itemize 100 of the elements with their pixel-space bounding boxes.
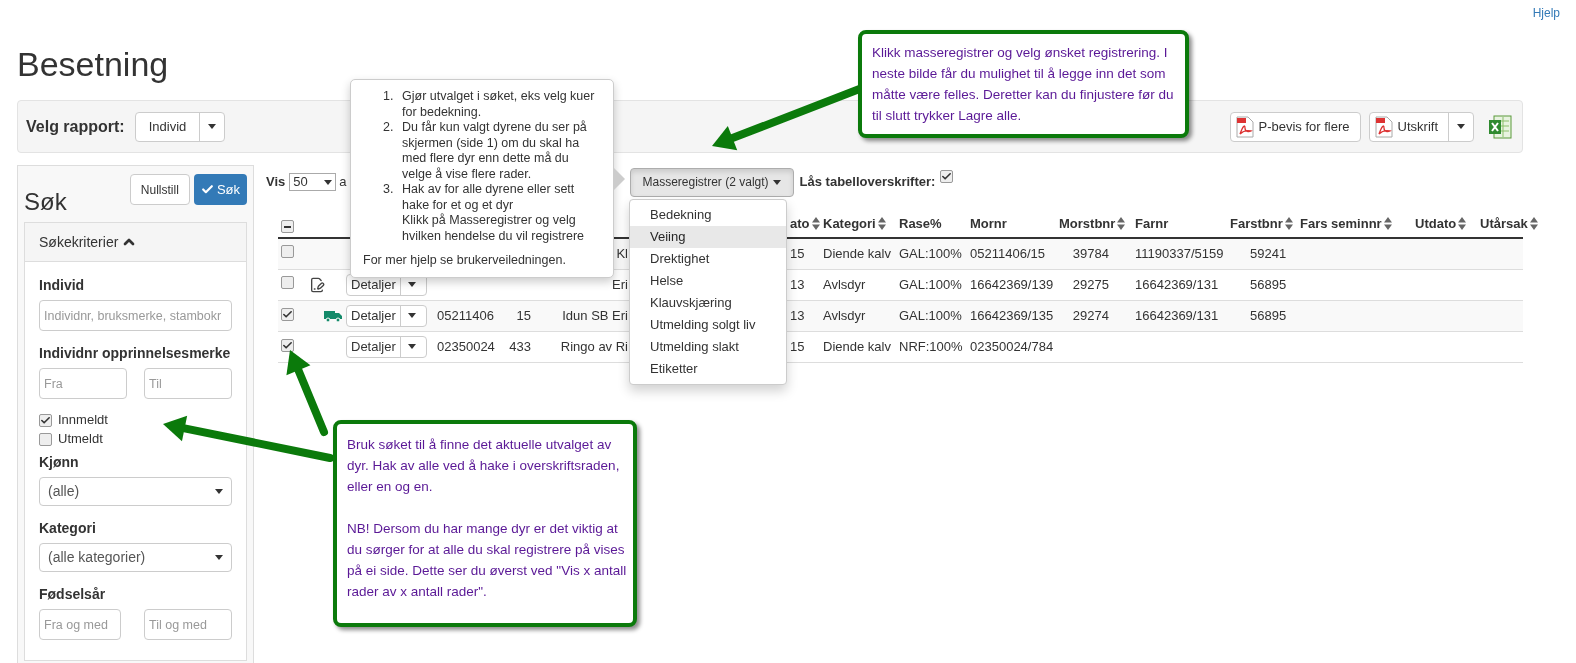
caret-icon <box>772 179 781 185</box>
table-cell: Eri <box>612 276 628 292</box>
table-cell: 02350024 <box>437 338 495 354</box>
menu-item[interactable]: Drektighet <box>630 248 786 270</box>
caret-icon <box>215 489 223 494</box>
table-cell: GAL:100% <box>899 246 962 261</box>
field-label: Fødselsår <box>39 585 107 604</box>
table-cell: 15 <box>516 307 531 323</box>
table-cell: 56895 <box>1250 307 1287 323</box>
column-header[interactable]: Rase% <box>899 215 942 231</box>
checkbox[interactable] <box>281 338 294 352</box>
sort-icon[interactable] <box>1383 216 1392 230</box>
menu-item[interactable]: Veiing <box>630 226 786 248</box>
column-header[interactable]: ato <box>790 215 810 231</box>
table-cell: NRF:100% <box>899 338 963 354</box>
column-header[interactable]: Farstbnr <box>1230 215 1283 231</box>
column-header[interactable]: Mornr <box>970 215 1007 231</box>
menu-item[interactable]: Etiketter <box>630 358 786 380</box>
step-number: 3. <box>383 182 395 198</box>
print-button[interactable]: Utskrift <box>1368 111 1474 142</box>
input-field[interactable]: Fra og med <box>39 609 121 640</box>
table-cell: 16642369/139 <box>970 276 1054 292</box>
show-text: a <box>339 173 347 192</box>
checkbox[interactable] <box>281 245 294 258</box>
callout-text: NB! Dersom du har mange dyr er det viktig at du sørger for at alle du skal registrere på vises på ei side. Dette ser du øverst ved "Vis x antall rader av x antall rader". <box>347 520 627 601</box>
sort-icon[interactable] <box>1284 216 1293 230</box>
table-cell: 29274 <box>1072 307 1109 323</box>
input-field[interactable]: Individnr, bruksmerke, stambokr <box>39 300 232 331</box>
truck-icon <box>324 309 342 322</box>
column-header[interactable]: Fars seminnr <box>1300 215 1382 231</box>
field-label: Individnr opprinnelsesmerke <box>39 344 232 363</box>
input-field[interactable]: Til <box>144 368 232 399</box>
column-header[interactable]: Kategori <box>823 215 876 231</box>
table-cell: GAL:100% <box>899 276 962 292</box>
input-field[interactable]: Til og med <box>144 609 232 640</box>
table-cell: 15 <box>790 246 805 261</box>
table-cell: 16642369/135 <box>970 307 1054 323</box>
edit-icon[interactable] <box>309 276 325 293</box>
table-cell: 05211406/15 <box>970 246 1045 261</box>
callout-text: Klikk masseregistrer og velg ønsket registrering. I neste bilde får du mulighet til å legge inn det som måtte være felles. Deretter kan du finjustere før du til slutt trykker Lagre alle. <box>872 44 1175 125</box>
field-label: Kategori <box>39 519 97 538</box>
checkbox[interactable] <box>940 170 954 184</box>
caret-icon <box>208 124 217 129</box>
caret-icon <box>324 179 333 185</box>
page-size-select[interactable]: 50 <box>289 173 337 191</box>
menu-item[interactable]: Bedekning <box>630 204 786 226</box>
select-field[interactable]: (alle) <box>39 477 232 506</box>
callout-text: Bruk søket til å finne det aktuelle utvalget av dyr. Hak av alle ved å hake i overskriftsraden, eller en og en. <box>347 436 621 496</box>
check-icon <box>200 183 214 196</box>
checkbox-label: Innmeldt <box>58 411 108 430</box>
print-button[interactable]: P-bevis for flere <box>1229 111 1361 142</box>
step-number: 2. <box>383 120 395 136</box>
column-header[interactable]: Utårsak <box>1480 215 1528 231</box>
spreadsheet-icon[interactable] <box>1488 113 1512 140</box>
sort-icon[interactable] <box>811 216 820 230</box>
button-label: Utskrift <box>1397 117 1438 136</box>
field-label: Individ <box>39 276 86 295</box>
sort-icon[interactable] <box>1458 216 1467 230</box>
table-cell: 16642369/131 <box>1135 307 1219 323</box>
sort-icon[interactable] <box>877 216 886 230</box>
checkbox[interactable] <box>281 307 294 321</box>
mass-register-button[interactable]: Masseregistrer (2 valgt) <box>629 167 794 197</box>
reset-button[interactable]: Nullstill <box>129 174 190 205</box>
table-cell: Diende kalv <box>823 246 891 261</box>
field-label: Kjønn <box>39 453 80 472</box>
menu-item[interactable]: Utmelding slakt <box>630 336 786 358</box>
search-button[interactable]: Søk <box>193 174 247 205</box>
criteria-header[interactable]: Søkekriterier <box>25 223 246 262</box>
report-label: Velg rapport: <box>26 116 125 137</box>
sort-icon[interactable] <box>1529 216 1538 230</box>
menu-item[interactable]: Utmelding solgt liv <box>630 314 786 336</box>
report-select[interactable]: Individ <box>134 111 226 142</box>
select-field[interactable]: (alle kategorier) <box>39 543 232 572</box>
checkbox[interactable] <box>39 413 52 427</box>
column-header[interactable]: Farnr <box>1135 215 1169 231</box>
caret-icon <box>407 344 416 349</box>
step-number: 1. <box>383 89 395 105</box>
caret-icon <box>215 555 223 560</box>
input-field[interactable]: Fra <box>39 368 127 399</box>
details-button[interactable]: Detaljer <box>346 304 427 327</box>
pdf-icon <box>1235 115 1254 138</box>
column-header[interactable]: Morstbnr <box>1059 215 1116 231</box>
table-cell: 433 <box>509 338 531 354</box>
show-label: Vis <box>266 173 286 192</box>
checkbox[interactable] <box>281 220 294 234</box>
sort-icon[interactable] <box>1117 216 1126 230</box>
help-link[interactable]: Hjelp <box>1532 4 1560 22</box>
checkbox[interactable] <box>281 275 294 289</box>
menu-item[interactable]: Helse <box>630 270 786 292</box>
details-button[interactable]: Detaljer <box>346 335 427 358</box>
table-cell: Avlsdyr <box>823 307 866 323</box>
pdf-icon <box>1374 115 1393 138</box>
table-cell: 02350024/784 <box>970 338 1054 354</box>
search-title: Søk <box>24 188 67 216</box>
table-cell: 11190337/5159 <box>1135 246 1224 261</box>
column-header[interactable]: Utdato <box>1415 215 1457 231</box>
menu-item[interactable]: Klauvskjæring <box>630 292 786 314</box>
checkbox[interactable] <box>39 432 52 446</box>
button-label: P-bevis for flere <box>1258 117 1350 136</box>
table-cell: 13 <box>790 276 805 292</box>
